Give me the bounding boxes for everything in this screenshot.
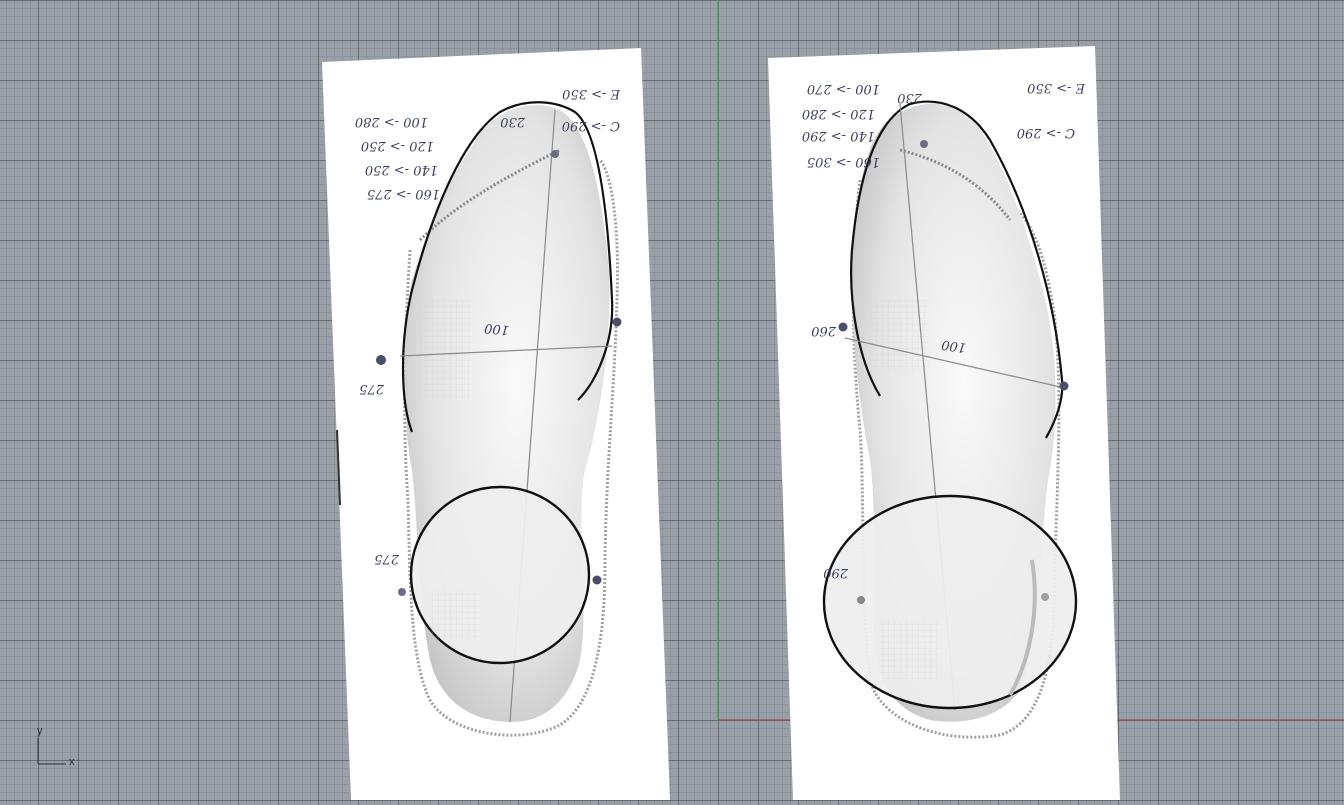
svg-text:C -> 290: C -> 290 <box>1017 125 1075 140</box>
left-point-heel-right[interactable] <box>592 575 602 585</box>
svg-text:100 -> 270: 100 -> 270 <box>807 81 880 96</box>
svg-text:120 -> 280: 120 -> 280 <box>802 106 875 121</box>
svg-text:C -> 290: C -> 290 <box>562 118 620 133</box>
axis-x-label: x <box>69 756 75 768</box>
svg-text:140 -> 290: 140 -> 290 <box>802 128 875 143</box>
svg-text:100 -> 280: 100 -> 280 <box>355 114 428 129</box>
right-sheet[interactable]: 160 -> 305 140 -> 290 120 -> 280 100 -> … <box>768 46 1120 800</box>
left-point-right[interactable] <box>612 317 622 327</box>
right-point-heel-right[interactable] <box>1041 593 1049 601</box>
svg-text:120 -> 250: 120 -> 250 <box>361 138 434 153</box>
left-point-toe[interactable] <box>551 150 559 158</box>
svg-text:160 -> 275: 160 -> 275 <box>367 186 440 201</box>
right-side-note: 260 <box>811 323 837 338</box>
svg-text:E -> 350: E -> 350 <box>1027 80 1086 95</box>
left-toe-note: 230 <box>500 114 526 129</box>
left-sketch-texture <box>420 300 470 400</box>
right-toe-note: 230 <box>897 90 923 105</box>
svg-text:160 -> 305: 160 -> 305 <box>807 154 880 169</box>
viewport-canvas: 160 -> 275 140 -> 250 120 -> 250 100 -> … <box>37 0 1344 800</box>
right-heel-note: 290 <box>823 565 849 580</box>
right-point-heel-left[interactable] <box>857 596 865 604</box>
axis-y-label: y <box>37 725 43 737</box>
right-point-side[interactable] <box>838 322 848 332</box>
svg-text:140 -> 250: 140 -> 250 <box>365 162 438 177</box>
left-side-note-top: 275 <box>359 381 385 396</box>
left-center-note: 100 <box>484 320 510 337</box>
svg-text:E -> 350: E -> 350 <box>562 86 621 101</box>
left-point-heel-left[interactable] <box>398 588 406 596</box>
left-point-side[interactable] <box>376 355 386 365</box>
left-sheet[interactable]: 160 -> 275 140 -> 250 120 -> 250 100 -> … <box>322 48 670 800</box>
axis-triad: y x <box>37 725 75 768</box>
rhino-viewport[interactable]: 160 -> 275 140 -> 250 120 -> 250 100 -> … <box>0 0 1344 800</box>
right-point-right[interactable] <box>1059 381 1069 391</box>
right-point-toe[interactable] <box>920 140 928 148</box>
left-side-note-bottom: 275 <box>374 551 400 566</box>
